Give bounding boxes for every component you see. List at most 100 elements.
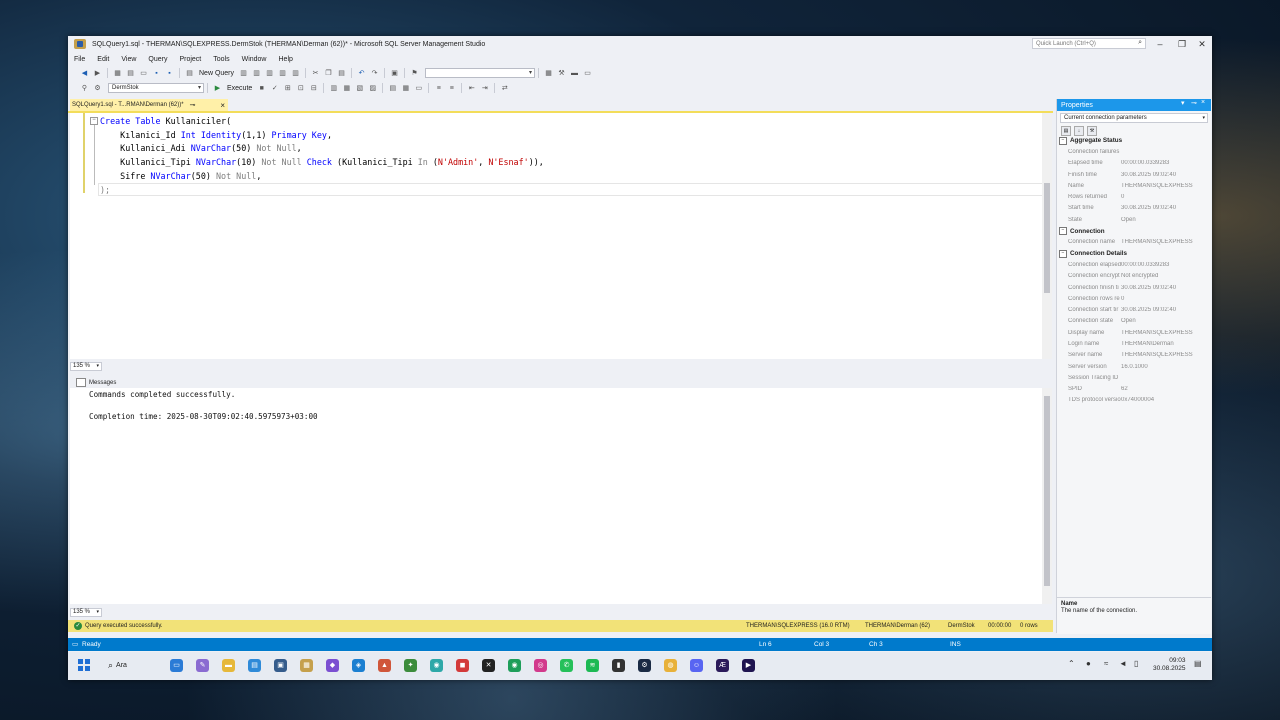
- results-zoom-combo[interactable]: 135 % ▾: [70, 607, 102, 617]
- property-row[interactable]: Server name THERMAN\SQLEXPRESS: [1057, 350, 1211, 361]
- pen-app-icon[interactable]: ✎: [196, 659, 209, 672]
- live-stats-icon[interactable]: ▧: [355, 84, 364, 93]
- undo-icon[interactable]: ↶: [357, 69, 366, 78]
- property-row[interactable]: Server version 16.0.1000: [1057, 361, 1211, 372]
- property-row[interactable]: Name THERMAN\SQLEXPRESS: [1057, 180, 1211, 191]
- menu-help[interactable]: Help: [273, 56, 299, 63]
- dmx-query-icon[interactable]: ▥: [265, 69, 274, 78]
- property-row[interactable]: State Open: [1057, 214, 1211, 225]
- collapse-icon[interactable]: −: [1059, 136, 1067, 145]
- close-icon[interactable]: ×: [1201, 99, 1205, 106]
- paste-icon[interactable]: ▤: [337, 69, 346, 78]
- results-grid-icon[interactable]: ▦: [401, 84, 410, 93]
- app-icon-2[interactable]: ▲: [378, 659, 391, 672]
- specify-values-icon[interactable]: ⇄: [500, 84, 509, 93]
- property-grid[interactable]: − Aggregate Status Connection failures Elap…: [1057, 135, 1211, 406]
- property-row[interactable]: Login name THERMAN\Derman: [1057, 338, 1211, 349]
- mdx-query-icon[interactable]: ▥: [252, 69, 261, 78]
- app-icon-5[interactable]: ◼: [456, 659, 469, 672]
- editor-zoom-combo[interactable]: 135 % ▾: [70, 361, 102, 371]
- property-row[interactable]: Start time 30.08.2025 09:02:40: [1057, 203, 1211, 214]
- results-text-icon[interactable]: ▤: [388, 84, 397, 93]
- code-line[interactable]: Sifre NVarChar(50) Not Null,: [100, 170, 544, 184]
- property-category[interactable]: − Connection: [1057, 225, 1211, 236]
- query-options-icon[interactable]: ⊟: [309, 84, 318, 93]
- collapse-icon[interactable]: −: [1059, 227, 1067, 236]
- parse-icon[interactable]: ✓: [270, 84, 279, 93]
- pin-icon[interactable]: ⊸: [190, 101, 196, 109]
- property-row[interactable]: TDS protocol versio 0x74000004: [1057, 395, 1211, 406]
- categorized-icon[interactable]: ▤: [1061, 125, 1071, 136]
- battery-icon[interactable]: ▯: [1134, 659, 1138, 668]
- window-layout-icon[interactable]: ▭: [583, 69, 592, 78]
- app-icon-3[interactable]: ✦: [404, 659, 417, 672]
- collapse-icon[interactable]: −: [90, 117, 98, 125]
- property-row[interactable]: SPID 62: [1057, 384, 1211, 395]
- menu-tools[interactable]: Tools: [207, 56, 235, 63]
- dropdown-icon[interactable]: ▾: [1181, 99, 1185, 107]
- find-combo[interactable]: ▾: [425, 68, 536, 78]
- new-query-button[interactable]: New Query: [199, 70, 234, 77]
- property-row[interactable]: Display name THERMAN\SQLEXPRESS: [1057, 327, 1211, 338]
- messages-vertical-scrollbar[interactable]: [1042, 388, 1052, 604]
- intellisense-icon[interactable]: ▥: [329, 84, 338, 93]
- indent-icon[interactable]: ⇥: [480, 84, 489, 93]
- microphone-icon[interactable]: ●: [1086, 659, 1091, 668]
- maximize-icon[interactable]: ❐: [1172, 37, 1192, 51]
- outdent-icon[interactable]: ⇤: [467, 84, 476, 93]
- taskbar-search[interactable]: ⌕ Ara: [108, 659, 127, 672]
- code-line[interactable]: Kılanici_Id Int Identity(1,1) Primary Ke…: [100, 129, 544, 143]
- chrome-icon[interactable]: ◍: [664, 659, 677, 672]
- query-editor[interactable]: − Create Table Kullaniciler( Kılanici_Id…: [70, 113, 1052, 359]
- xmla-query-icon[interactable]: ▥: [278, 69, 287, 78]
- alphabetical-icon[interactable]: ↓: [1074, 125, 1084, 136]
- add-item-icon[interactable]: ▤: [126, 69, 135, 78]
- cut-icon[interactable]: ✂: [311, 69, 320, 78]
- include-plan-icon[interactable]: ▦: [342, 84, 351, 93]
- close-tab-icon[interactable]: ×: [220, 101, 225, 110]
- new-query-icon[interactable]: ▤: [185, 69, 194, 78]
- whatsapp-icon[interactable]: ✆: [560, 659, 573, 672]
- editor-vertical-scrollbar[interactable]: [1042, 113, 1052, 359]
- save-icon[interactable]: ▪: [152, 69, 161, 78]
- solution-explorer-icon[interactable]: ▦: [544, 69, 553, 78]
- new-project-icon[interactable]: ▦: [113, 69, 122, 78]
- property-row[interactable]: Connection rows re 0: [1057, 293, 1211, 304]
- open-file-icon[interactable]: ▭: [139, 69, 148, 78]
- minimize-icon[interactable]: –: [1150, 37, 1170, 51]
- collapse-icon[interactable]: −: [1059, 249, 1067, 258]
- property-row[interactable]: Rows returned 0: [1057, 191, 1211, 202]
- property-row[interactable]: Connection finish ti 30.08.2025 09:02:40: [1057, 282, 1211, 293]
- chevron-up-icon[interactable]: ⌃: [1068, 659, 1075, 668]
- task-view-icon[interactable]: ▭: [170, 659, 183, 672]
- app-icon-4[interactable]: ◉: [430, 659, 443, 672]
- taskbar-clock[interactable]: 09:03 30.08.2025: [1153, 657, 1186, 673]
- property-category[interactable]: − Aggregate Status: [1057, 135, 1211, 146]
- code-line[interactable]: Create Table Kullaniciler(: [100, 115, 544, 129]
- vscode-icon[interactable]: ◈: [352, 659, 365, 672]
- notification-icon[interactable]: ▤: [1194, 659, 1202, 668]
- menu-window[interactable]: Window: [236, 56, 273, 63]
- menu-query[interactable]: Query: [142, 56, 173, 63]
- code-line[interactable]: );: [100, 184, 544, 198]
- dax-query-icon[interactable]: ▥: [291, 69, 300, 78]
- pin-icon[interactable]: ⊸: [1191, 99, 1197, 107]
- comment-icon[interactable]: ≡: [434, 84, 443, 93]
- capcut-icon[interactable]: ✕: [482, 659, 495, 672]
- results-file-icon[interactable]: ▭: [414, 84, 423, 93]
- back-icon[interactable]: ◀: [80, 69, 89, 78]
- navigate-icon[interactable]: ▣: [390, 69, 399, 78]
- property-row[interactable]: Connection failures: [1057, 146, 1211, 157]
- steam-icon[interactable]: ⚙: [638, 659, 651, 672]
- wifi-icon[interactable]: ≈: [1104, 659, 1108, 668]
- estimated-plan-icon[interactable]: ⊞: [283, 84, 292, 93]
- database-selector[interactable]: DermStok ▾: [108, 83, 204, 93]
- ssms-taskbar-icon[interactable]: ▦: [300, 659, 313, 672]
- code-line[interactable]: Kullanici_Adi NVarChar(50) Not Null,: [100, 142, 544, 156]
- terminal-icon[interactable]: ▮: [612, 659, 625, 672]
- copy-icon[interactable]: ❐: [324, 69, 333, 78]
- code-line[interactable]: Kullanici_Tipi NVarChar(10) Not Null Che…: [100, 156, 544, 170]
- app-icon-1[interactable]: ▣: [274, 659, 287, 672]
- execute-icon[interactable]: ▶: [213, 84, 222, 93]
- tab-sqlquery1[interactable]: SQLQuery1.sql - T...RMAN\Derman (62))* ⊸…: [70, 99, 228, 111]
